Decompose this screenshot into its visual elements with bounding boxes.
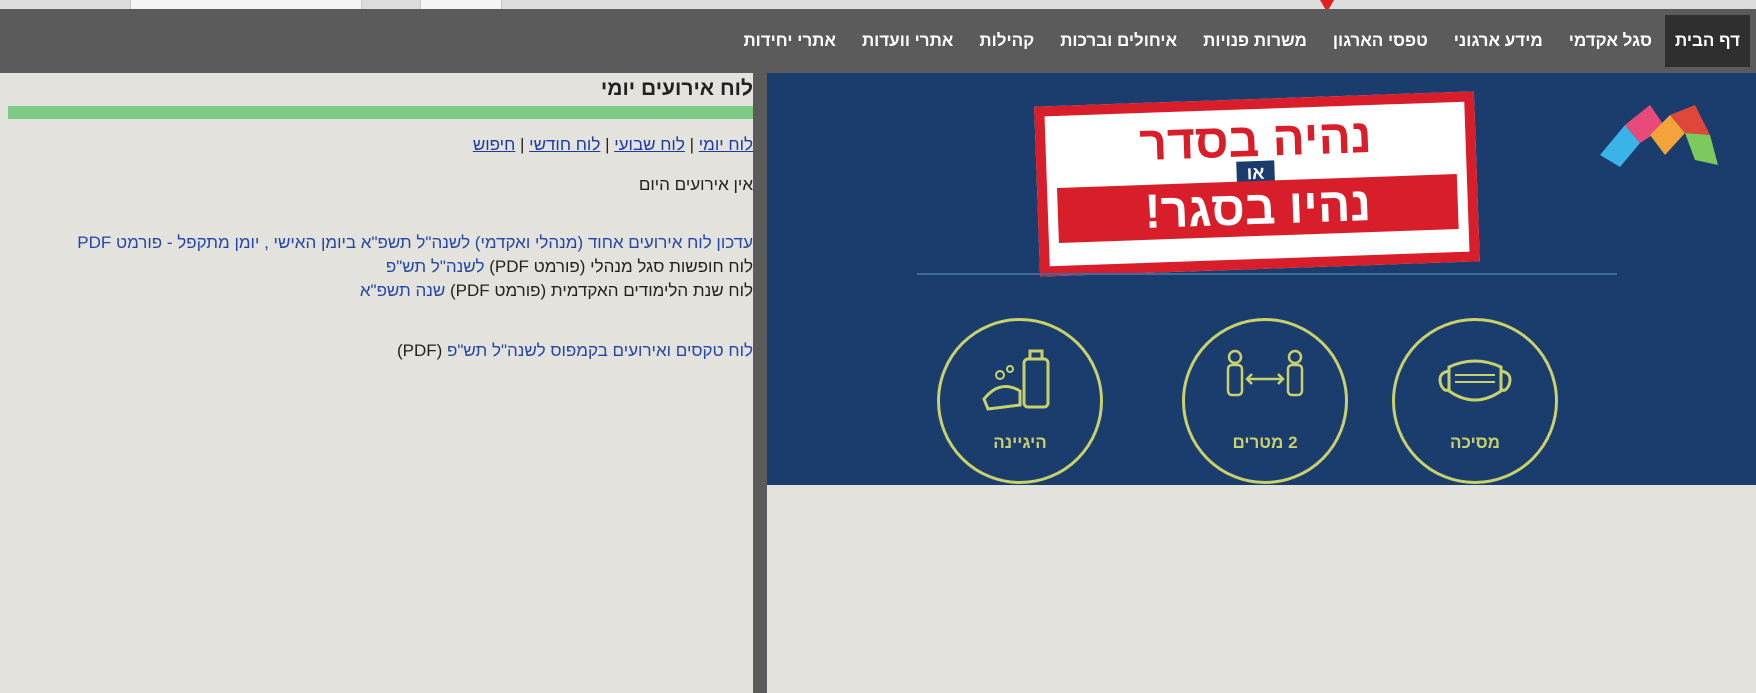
browser-tab[interactable] <box>420 0 502 9</box>
nav-communities[interactable]: קהילות <box>966 9 1047 73</box>
link-search[interactable]: חיפוש <box>473 135 515 154</box>
slogan-line-2: נהיו בסגר! <box>1057 174 1459 243</box>
nav-unit-sites[interactable]: אתרי יחידות <box>730 9 849 73</box>
hygiene-circle: היגיינה <box>937 318 1103 484</box>
slogan-sign: נהיה בסדר או נהיו בסגר! <box>1034 91 1480 277</box>
link-monthly[interactable]: לוח חודשי <box>529 135 600 154</box>
nav-academic-staff[interactable]: סגל אקדמי <box>1556 9 1665 73</box>
nav-committee-sites[interactable]: אתרי וועדות <box>849 9 966 73</box>
panel-divider <box>753 73 767 693</box>
hygiene-icon <box>982 349 1050 411</box>
main-navbar: דף הבית סגל אקדמי מידע ארגוני טפסי הארגו… <box>0 9 1756 73</box>
unified-calendar-link[interactable]: עדכון לוח אירועים אחוד (מנהלי ואקדמי) לש… <box>77 233 753 252</box>
separator: | <box>515 135 530 154</box>
distance-caption: 2 מטרים <box>1232 433 1298 452</box>
no-events-text: אין אירועים היום <box>638 175 753 194</box>
calendar-view-links: לוח יומי | לוח שבועי | לוח חודשי | חיפוש <box>473 135 753 155</box>
mask-caption: מסיכה <box>1450 433 1500 452</box>
distance-icon <box>1226 349 1304 397</box>
ceremonies-link[interactable]: לוח טקסים ואירועים בקמפוס לשנה"ל תש"פ <box>447 341 753 360</box>
nav-home[interactable]: דף הבית <box>1665 15 1750 67</box>
academic-year-line: לוח שנת הלימודים האקדמית (פורמט PDF) שנה… <box>360 281 753 301</box>
ceremonies-suffix: (PDF) <box>396 341 448 360</box>
ceremonies-line: לוח טקסים ואירועים בקמפוס לשנה"ל תש"פ (P… <box>397 341 753 361</box>
separator: | <box>600 135 615 154</box>
academic-year-text: לוח שנת הלימודים האקדמית (פורמט PDF) <box>445 281 753 300</box>
academic-year-link[interactable]: שנה תשפ"א <box>360 281 445 300</box>
mask-circle: מסיכה <box>1392 318 1558 484</box>
covid-banner[interactable]: נהיה בסדר או נהיו בסגר! היגיינה 2 מטרים … <box>767 73 1756 485</box>
distance-circle: 2 מטרים <box>1182 318 1348 484</box>
unified-calendar-line: עדכון לוח אירועים אחוד (מנהלי ואקדמי) לש… <box>77 233 753 253</box>
browser-tab[interactable] <box>130 0 362 9</box>
link-weekly[interactable]: לוח שבועי <box>614 135 685 154</box>
banner-panel: נהיה בסדר או נהיו בסגר! היגיינה 2 מטרים … <box>767 73 1756 693</box>
nav-org-info[interactable]: מידע ארגוני <box>1441 9 1556 73</box>
admin-vacation-line: לוח חופשות סגל מנהלי (פורמט PDF) לשנה"ל … <box>386 257 753 277</box>
admin-vacation-text: לוח חופשות סגל מנהלי (פורמט PDF) <box>484 257 753 276</box>
title-underline-bar <box>8 106 753 119</box>
banner-divider-line <box>917 273 1617 275</box>
mask-icon <box>1438 359 1512 402</box>
browser-top-strip <box>0 0 1756 9</box>
events-panel: לוח אירועים יומי לוח יומי | לוח שבועי | … <box>0 73 753 693</box>
events-title: לוח אירועים יומי <box>600 77 753 100</box>
logo-icon <box>1600 105 1718 167</box>
hygiene-caption: היגיינה <box>993 433 1047 452</box>
nav-greetings[interactable]: איחולים וברכות <box>1047 9 1190 73</box>
link-daily[interactable]: לוח יומי <box>699 135 753 154</box>
separator: | <box>684 135 699 154</box>
nav-org-forms[interactable]: טפסי הארגון <box>1320 9 1441 73</box>
nav-job-openings[interactable]: משרות פנויות <box>1190 9 1320 73</box>
admin-vacation-link[interactable]: לשנה"ל תש"פ <box>386 257 485 276</box>
